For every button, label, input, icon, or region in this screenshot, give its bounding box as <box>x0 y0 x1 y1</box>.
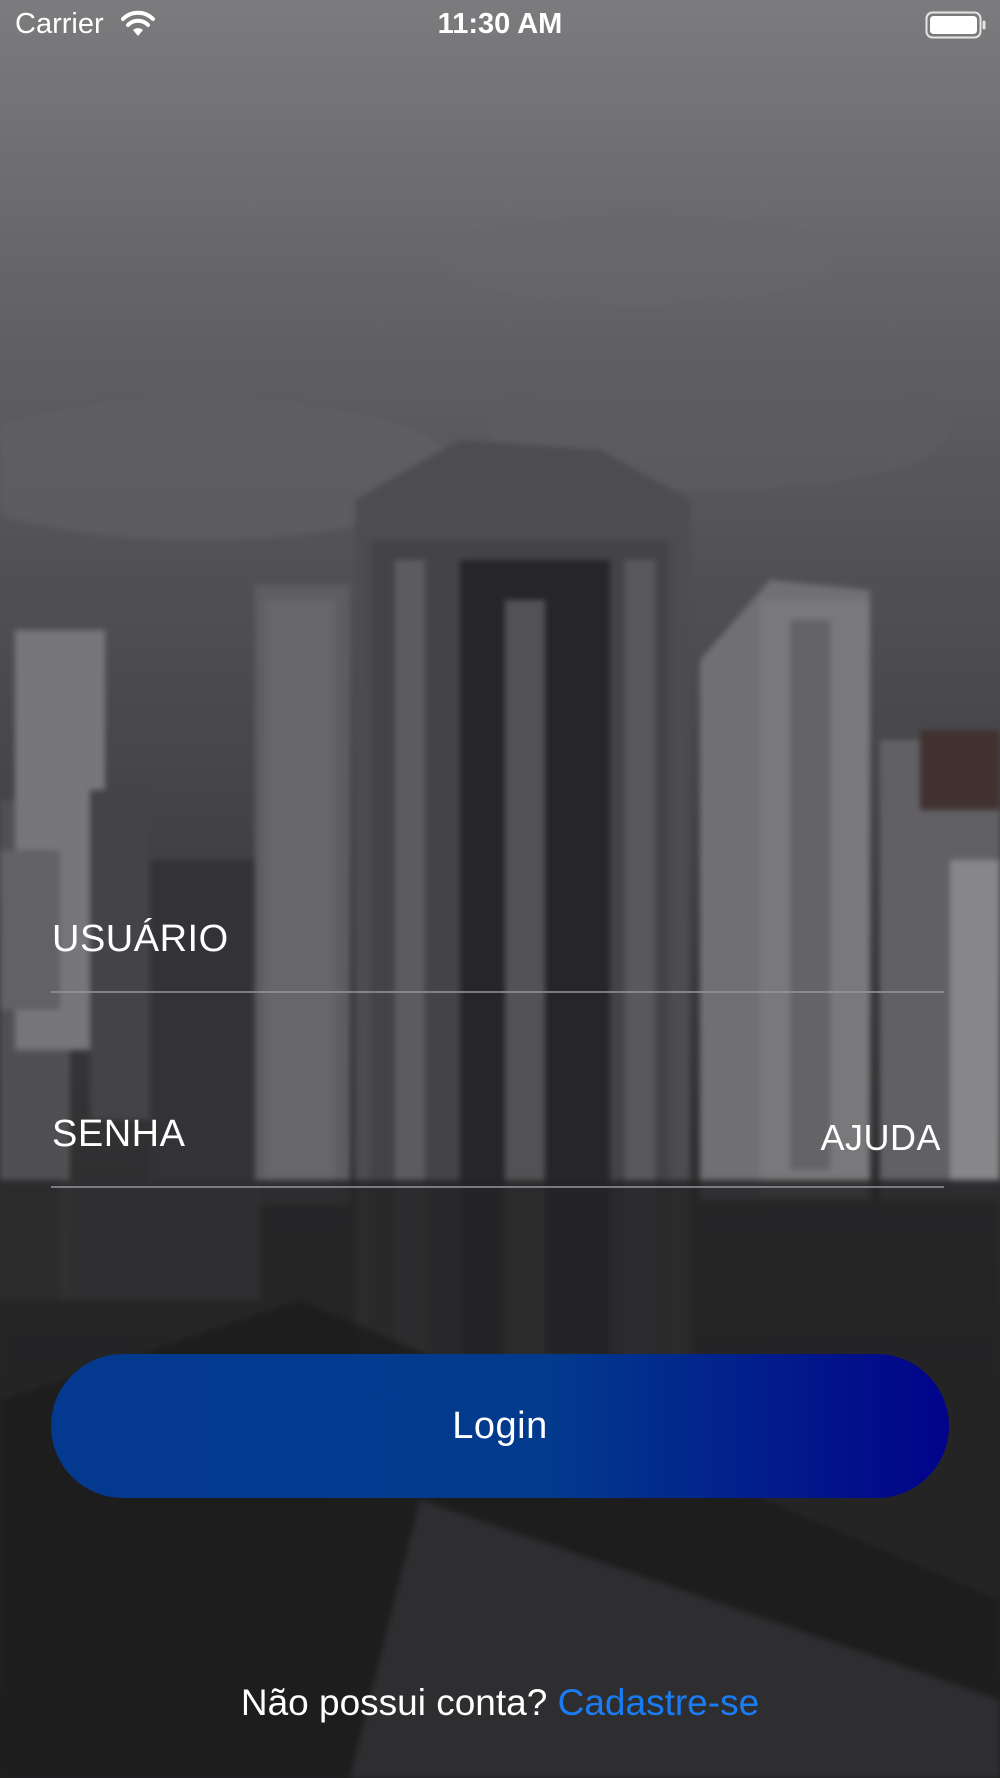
login-screen: Carrier 11:30 AM USUÁRIO SENHA AJUDA Log… <box>0 0 1000 1778</box>
signup-prompt: Não possui conta? Cadastre-se <box>0 1682 1000 1724</box>
status-bar: Carrier 11:30 AM <box>0 0 1000 50</box>
login-button-label: Login <box>452 1404 548 1447</box>
username-placeholder: USUÁRIO <box>52 918 229 960</box>
background-image <box>0 0 1000 1778</box>
signup-prompt-text: Não possui conta? <box>240 1682 548 1723</box>
password-field[interactable]: SENHA AJUDA <box>51 1090 944 1188</box>
help-button[interactable]: AJUDA <box>820 1117 941 1159</box>
status-time: 11:30 AM <box>437 8 563 40</box>
login-button[interactable]: Login <box>51 1354 949 1498</box>
background-overlay <box>0 0 1000 1778</box>
battery-icon <box>925 11 986 39</box>
password-placeholder: SENHA <box>52 1113 186 1155</box>
signup-link[interactable]: Cadastre-se <box>558 1682 760 1723</box>
username-field[interactable]: USUÁRIO <box>51 895 944 993</box>
